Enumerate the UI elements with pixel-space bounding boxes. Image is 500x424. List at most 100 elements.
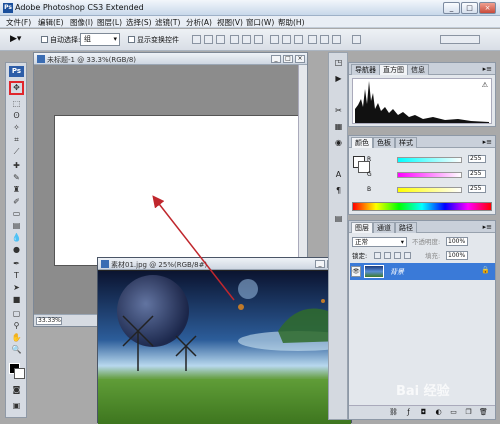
doc-maximize-button[interactable]: □ xyxy=(283,55,293,63)
path-selection-tool-icon[interactable]: ➤ xyxy=(11,283,22,293)
doc-minimize-button[interactable]: _ xyxy=(271,55,281,63)
history-panel-icon[interactable]: ◳ xyxy=(333,57,344,68)
move-tool-preset-icon[interactable]: ▶▾ xyxy=(10,35,21,44)
distribute-top-icon[interactable] xyxy=(270,35,279,44)
warning-icon[interactable]: ⚠ xyxy=(482,81,488,89)
eraser-tool-icon[interactable]: ▭ xyxy=(11,209,22,219)
green-slider[interactable] xyxy=(397,172,462,178)
brushes-panel-icon[interactable]: ▦ xyxy=(333,121,344,132)
green-value[interactable]: 255 xyxy=(468,170,486,178)
clone-stamp-tool-icon[interactable]: ♜ xyxy=(11,185,22,195)
doc-close-button[interactable]: × xyxy=(295,55,305,63)
tab-info[interactable]: 信息 xyxy=(407,64,429,75)
menu-image[interactable]: 图像(I) xyxy=(70,17,93,28)
tab-histogram[interactable]: 直方图 xyxy=(379,64,408,75)
character-panel-icon[interactable]: A xyxy=(333,169,344,180)
clone-source-icon[interactable]: ◉ xyxy=(333,137,344,148)
dodge-tool-icon[interactable]: ● xyxy=(11,245,22,255)
slice-tool-icon[interactable]: ⟋ xyxy=(11,147,22,157)
distribute-bottom-icon[interactable] xyxy=(294,35,303,44)
layer-mask-icon[interactable]: ◘ xyxy=(419,408,428,417)
panel-menu-icon[interactable]: ▸≡ xyxy=(483,65,492,73)
minimize-button[interactable]: _ xyxy=(443,2,460,14)
lock-all-icon[interactable] xyxy=(404,252,411,259)
blue-slider[interactable] xyxy=(397,187,462,193)
blur-tool-icon[interactable]: 💧 xyxy=(11,233,22,243)
show-transform-checkbox[interactable] xyxy=(128,36,135,43)
menu-view[interactable]: 视图(V) xyxy=(217,17,243,28)
lasso-tool-icon[interactable]: ʘ xyxy=(11,111,22,121)
paragraph-panel-icon[interactable]: ¶ xyxy=(333,185,344,196)
actions-panel-icon[interactable]: ▶ xyxy=(333,73,344,84)
distribute-hcenter-icon[interactable] xyxy=(320,35,329,44)
type-tool-icon[interactable]: T xyxy=(11,271,22,281)
align-vcenter-icon[interactable] xyxy=(204,35,213,44)
tab-styles[interactable]: 样式 xyxy=(395,137,417,148)
crop-tool-icon[interactable]: ⌗ xyxy=(11,135,22,145)
color-spectrum-bar[interactable] xyxy=(352,202,492,211)
pen-tool-icon[interactable]: ✒ xyxy=(11,259,22,269)
menu-file[interactable]: 文件(F) xyxy=(6,17,31,28)
menu-select[interactable]: 选择(S) xyxy=(126,17,152,28)
healing-brush-tool-icon[interactable]: ✚ xyxy=(11,161,22,171)
tools-presets-icon[interactable]: ✂ xyxy=(333,105,344,116)
doc-minimize-button[interactable]: _ xyxy=(315,260,325,268)
panel-menu-icon[interactable]: ▸≡ xyxy=(483,138,492,146)
tab-paths[interactable]: 路径 xyxy=(395,222,417,233)
tab-channels[interactable]: 通道 xyxy=(373,222,395,233)
align-top-icon[interactable] xyxy=(192,35,201,44)
distribute-vcenter-icon[interactable] xyxy=(282,35,291,44)
distribute-left-icon[interactable] xyxy=(308,35,317,44)
red-value[interactable]: 255 xyxy=(468,155,486,163)
menu-filter[interactable]: 滤镜(T) xyxy=(155,17,180,28)
history-brush-tool-icon[interactable]: ✐ xyxy=(11,197,22,207)
opacity-field[interactable]: 100% xyxy=(446,237,468,246)
maximize-button[interactable]: □ xyxy=(461,2,478,14)
distribute-right-icon[interactable] xyxy=(332,35,341,44)
hand-tool-icon[interactable]: ✋ xyxy=(11,333,22,343)
shape-tool-icon[interactable]: ■ xyxy=(11,295,22,305)
lock-transparency-icon[interactable] xyxy=(374,252,381,259)
fill-field[interactable]: 100% xyxy=(446,251,468,260)
link-layers-icon[interactable]: ⛓ xyxy=(389,408,398,417)
blend-mode-dropdown[interactable]: 正常 ▾ xyxy=(352,237,407,247)
fantasy-landscape-image[interactable] xyxy=(98,271,351,424)
menu-window[interactable]: 窗口(W) xyxy=(246,17,274,28)
layer-row-background[interactable]: 👁 背景 🔒 xyxy=(350,263,495,280)
auto-align-icon[interactable] xyxy=(352,35,361,44)
move-tool-icon[interactable]: ✥ xyxy=(9,81,24,95)
menu-help[interactable]: 帮助(H) xyxy=(278,17,305,28)
menu-layer[interactable]: 图层(L) xyxy=(97,17,122,28)
menu-analysis[interactable]: 分析(A) xyxy=(186,17,212,28)
menu-edit[interactable]: 编辑(E) xyxy=(38,17,64,28)
tab-color[interactable]: 颜色 xyxy=(351,137,373,148)
trash-icon[interactable]: 🗑 xyxy=(479,408,488,417)
gradient-tool-icon[interactable]: ▤ xyxy=(11,221,22,231)
eyedropper-tool-icon[interactable]: ⚲ xyxy=(11,321,22,331)
eye-icon[interactable]: 👁 xyxy=(351,266,361,277)
new-group-icon[interactable]: ▭ xyxy=(449,408,458,417)
quick-mask-icon[interactable]: ◙ xyxy=(11,385,22,395)
blue-value[interactable]: 255 xyxy=(468,185,486,193)
close-button[interactable]: × xyxy=(479,2,496,14)
red-slider[interactable] xyxy=(397,157,462,163)
screen-mode-icon[interactable]: ▣ xyxy=(11,401,22,411)
brush-tool-icon[interactable]: ✎ xyxy=(11,173,22,183)
new-layer-icon[interactable]: ❐ xyxy=(464,408,473,417)
layer-comps-icon[interactable]: ▤ xyxy=(333,213,344,224)
tab-swatches[interactable]: 色板 xyxy=(373,137,395,148)
blank-canvas[interactable] xyxy=(54,115,299,266)
adjustment-layer-icon[interactable]: ◐ xyxy=(434,408,443,417)
lock-position-icon[interactable] xyxy=(394,252,401,259)
workspace-button[interactable] xyxy=(440,35,480,44)
auto-select-checkbox[interactable] xyxy=(41,36,48,43)
zoom-field[interactable]: 33.33% xyxy=(36,317,62,325)
panel-menu-icon[interactable]: ▸≡ xyxy=(483,223,492,231)
marquee-tool-icon[interactable]: ⬚ xyxy=(11,99,22,109)
notes-tool-icon[interactable]: ▢ xyxy=(11,309,22,319)
auto-select-dropdown[interactable]: 组 ▾ xyxy=(80,33,120,46)
tab-navigator[interactable]: 导航器 xyxy=(351,64,380,75)
layer-style-icon[interactable]: ƒ xyxy=(404,408,413,417)
align-right-icon[interactable] xyxy=(254,35,263,44)
lock-pixels-icon[interactable] xyxy=(384,252,391,259)
